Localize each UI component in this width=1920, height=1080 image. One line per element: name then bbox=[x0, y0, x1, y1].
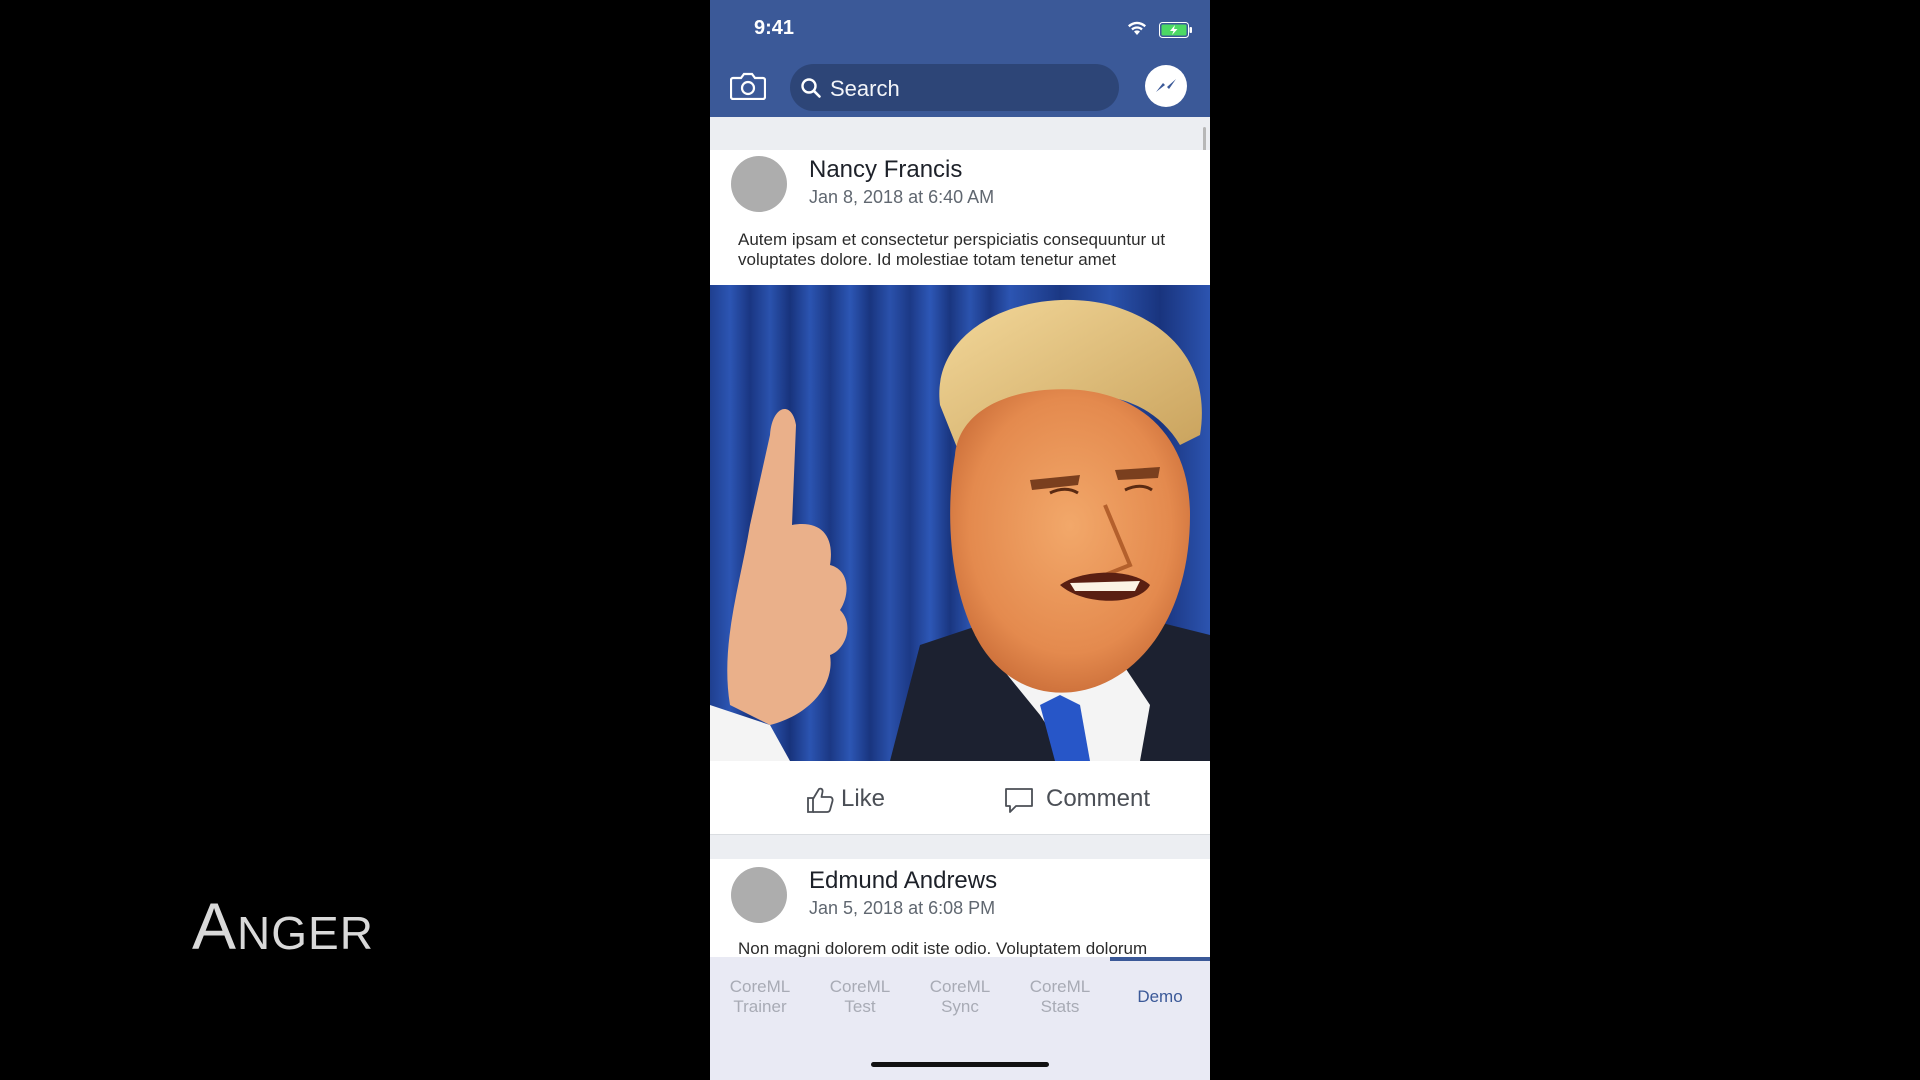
tab-coreml-sync[interactable]: CoreML Sync bbox=[910, 977, 1010, 1017]
post-timestamp[interactable]: Jan 5, 2018 at 6:08 PM bbox=[809, 898, 995, 919]
bottom-tab-bar: CoreML Trainer CoreML Test CoreML Sync C… bbox=[710, 957, 1210, 1080]
comment-icon bbox=[1005, 788, 1033, 813]
tab-label: CoreML Trainer bbox=[729, 977, 791, 1016]
tab-demo[interactable]: Demo bbox=[1110, 987, 1210, 1007]
post-author[interactable]: Edmund Andrews bbox=[809, 867, 997, 895]
feed-post: Edmund Andrews Jan 5, 2018 at 6:08 PM No… bbox=[710, 859, 1210, 957]
tab-label: CoreML Sync bbox=[929, 977, 991, 1016]
post-timestamp[interactable]: Jan 8, 2018 at 6:40 AM bbox=[809, 187, 994, 208]
news-feed[interactable]: Nancy Francis Jan 8, 2018 at 6:40 AM Aut… bbox=[710, 117, 1210, 957]
avatar[interactable] bbox=[731, 867, 787, 923]
post-action-bar: Like Comment bbox=[710, 761, 1210, 835]
avatar[interactable] bbox=[731, 156, 787, 212]
top-navigation-bar: 9:41 Search bbox=[710, 0, 1210, 117]
comment-label: Comment bbox=[1046, 785, 1151, 812]
search-input[interactable]: Search bbox=[790, 64, 1119, 111]
search-icon bbox=[801, 78, 821, 98]
status-time: 9:41 bbox=[754, 17, 795, 39]
emotion-caption-text: Anger bbox=[192, 889, 374, 963]
tab-coreml-trainer[interactable]: CoreML Trainer bbox=[710, 977, 810, 1017]
active-tab-indicator bbox=[1110, 957, 1210, 961]
search-placeholder: Search bbox=[830, 76, 900, 101]
tab-label: Demo bbox=[1137, 987, 1183, 1006]
home-indicator[interactable] bbox=[871, 1062, 1049, 1067]
messenger-button[interactable] bbox=[1145, 65, 1187, 107]
post-text: Autem ipsam et consectetur perspiciatis … bbox=[738, 230, 1166, 269]
post-text: Non magni dolorem odit iste odio. Volupt… bbox=[738, 939, 1148, 957]
like-label: Like bbox=[841, 785, 886, 812]
feed-post: Nancy Francis Jan 8, 2018 at 6:40 AM Aut… bbox=[710, 150, 1210, 285]
tab-label: CoreML Stats bbox=[1029, 977, 1091, 1016]
wifi-icon bbox=[1128, 21, 1146, 35]
tab-coreml-stats[interactable]: CoreML Stats bbox=[1010, 977, 1110, 1017]
post-photo[interactable] bbox=[710, 285, 1210, 761]
messenger-icon bbox=[1156, 79, 1176, 92]
camera-icon[interactable] bbox=[730, 72, 766, 100]
tab-label: CoreML Test bbox=[829, 977, 891, 1016]
phone-screen: 9:41 Search Nancy Francis Jan 8, 2018 at… bbox=[710, 0, 1210, 1080]
tab-coreml-test[interactable]: CoreML Test bbox=[810, 977, 910, 1017]
post-author[interactable]: Nancy Francis bbox=[809, 156, 962, 184]
thumbs-up-icon bbox=[807, 787, 834, 813]
battery-icon bbox=[1159, 22, 1192, 38]
emotion-caption: Anger bbox=[192, 888, 374, 964]
